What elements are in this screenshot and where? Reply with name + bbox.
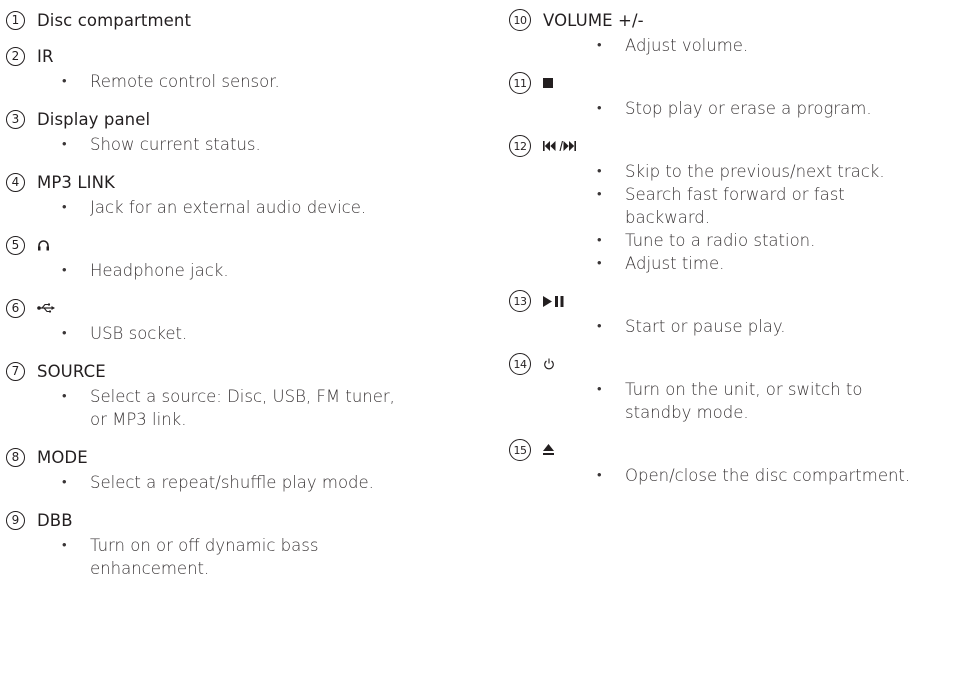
item-7: 7 SOURCE • Select a source: Disc, USB, FM… (6, 357, 446, 431)
item-4: 4 MP3 LINK • Jack for an external audio d… (6, 168, 446, 219)
list-item: • Adjust time. (597, 254, 725, 273)
item-title: VOLUME +/- (543, 10, 644, 30)
item-title: MODE (37, 447, 88, 467)
item-15: 15 • Open/close the disc compartment. (509, 436, 959, 487)
item-number: 13 (509, 290, 531, 312)
item-title: Display panel (37, 109, 151, 129)
item-2: 2 IR • Remote control sensor. (6, 42, 446, 93)
item-number: 5 (6, 235, 25, 255)
power-icon (544, 358, 554, 370)
list-item: • Search fast forward or fast backward. (597, 185, 845, 227)
item-number: 10 (509, 9, 531, 31)
list-item: • Show current status. (62, 135, 261, 154)
item-number: 12 (509, 135, 531, 157)
item-6: 6 • USB socket. (6, 294, 446, 345)
item-14: 14 • Turn on the unit, or switch to standb… (509, 350, 959, 424)
item-title (37, 303, 55, 313)
left-column: 1 Disc compartment 2 IR • Remote control … (6, 6, 446, 580)
item-number: 8 (6, 447, 25, 467)
item-5: 5 • Headphone jack. (6, 231, 446, 282)
item-3: 3 Display panel • Show current status. (6, 105, 446, 156)
item-title: MP3 LINK (37, 172, 115, 192)
item-number: 6 (6, 298, 25, 318)
usb-icon (37, 303, 55, 313)
item-1: 1 Disc compartment (6, 6, 446, 34)
list-item: • Stop play or erase a program. (597, 99, 872, 118)
list-item: • Select a source: Disc, USB, FM tuner, or… (62, 387, 395, 429)
list-item: • Jack for an external audio device. (62, 198, 367, 217)
list-item: • Turn on the unit, or switch to standby m… (597, 380, 863, 422)
list-item: • Tune to a radio station. (597, 231, 816, 250)
item-title: IR (37, 46, 54, 66)
eject-icon (543, 444, 554, 455)
play-pause-icon (543, 295, 564, 307)
list-item: • Adjust volume. (597, 36, 749, 55)
stop-icon (543, 78, 553, 88)
item-number: 9 (6, 510, 25, 530)
item-title (543, 358, 555, 370)
item-number: 11 (509, 72, 531, 94)
item-title (37, 239, 50, 251)
item-number: 3 (6, 109, 25, 129)
skip-icon (543, 141, 576, 151)
item-number: 2 (6, 46, 25, 66)
item-number: 14 (509, 353, 531, 375)
list-item: • USB socket. (62, 324, 188, 343)
right-column: 10 VOLUME +/- • Adjust volume. 11 • Stop p… (509, 6, 959, 487)
item-number: 7 (6, 361, 25, 381)
item-12: 12 • Skip to the previous/next track. • Se… (509, 132, 959, 275)
item-number: 4 (6, 172, 25, 192)
item-number: 1 (6, 10, 25, 30)
list-item: • Open/close the disc compartment. (597, 466, 911, 485)
item-9: 9 DBB • Turn on or off dynamic bass enhanc… (6, 506, 446, 580)
item-title (543, 444, 554, 456)
item-11: 11 • Stop play or erase a program. (509, 69, 959, 120)
item-8: 8 MODE • Select a repeat/shuffle play mod… (6, 443, 446, 494)
list-item: • Turn on or off dynamic bass enhancement. (62, 536, 319, 578)
list-item: • Skip to the previous/next track. (597, 162, 885, 181)
item-number: 15 (509, 439, 531, 461)
headphone-icon (38, 240, 49, 251)
list-item: • Start or pause play. (597, 317, 786, 336)
item-10: 10 VOLUME +/- • Adjust volume. (509, 6, 959, 57)
list-item: • Remote control sensor. (62, 72, 280, 91)
list-item: • Headphone jack. (62, 261, 229, 280)
item-title: SOURCE (37, 361, 106, 381)
item-title (543, 295, 565, 307)
item-13: 13 • Start or pause play. (509, 287, 959, 338)
item-title: Disc compartment (37, 10, 192, 30)
list-item: • Select a repeat/shuffle play mode. (62, 473, 374, 492)
item-title (543, 141, 579, 151)
item-title (543, 78, 553, 88)
item-title: DBB (37, 510, 73, 530)
